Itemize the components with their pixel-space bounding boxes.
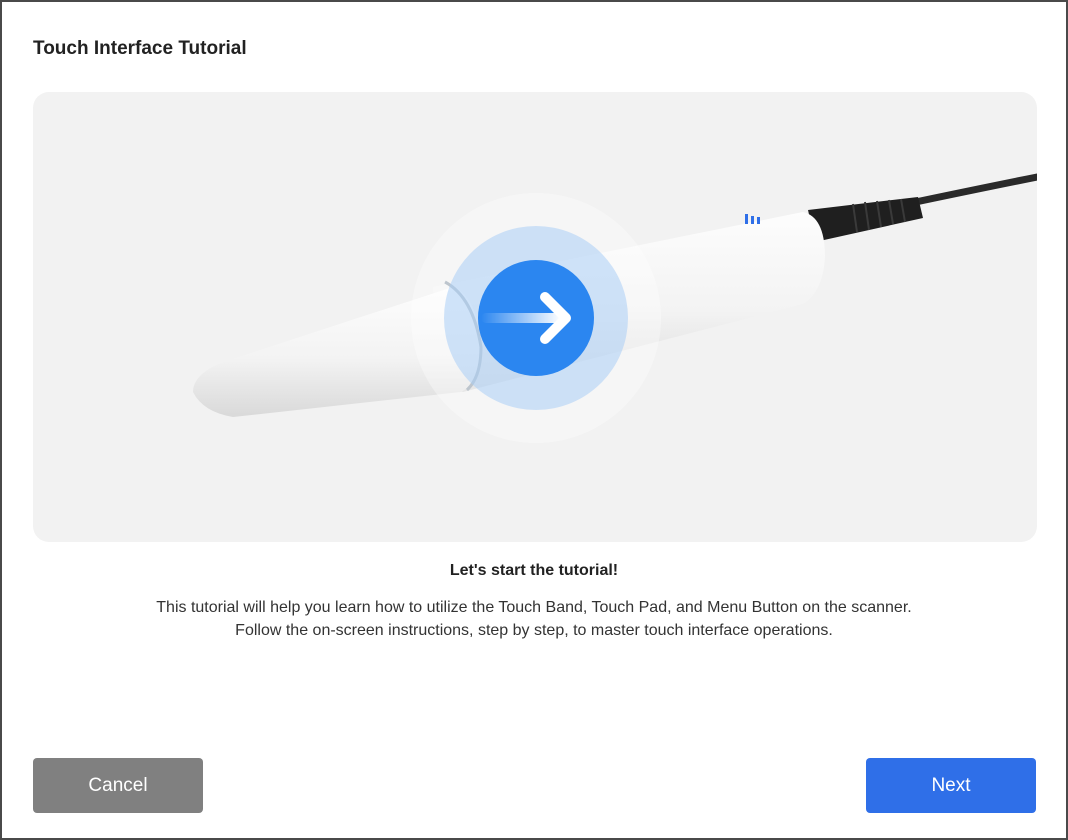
next-button[interactable]: Next (866, 758, 1036, 813)
dialog-title: Touch Interface Tutorial (33, 38, 247, 59)
description-line-2: Follow the on-screen instructions, step … (235, 622, 833, 639)
tutorial-headline: Let's start the tutorial! (449, 562, 619, 579)
description-line-1: This tutorial will help you learn how to… (156, 599, 912, 616)
tutorial-dialog: Touch Interface Tutorial Let's start the… (0, 0, 1068, 840)
cancel-button[interactable]: Cancel (33, 758, 203, 813)
scanner-illustration (33, 92, 1037, 542)
swipe-right-arrow-icon (478, 260, 594, 376)
brand-logo-icon (745, 214, 760, 224)
tutorial-description: This tutorial will help you learn how to… (2, 596, 1066, 642)
scanner-image (193, 173, 1037, 443)
